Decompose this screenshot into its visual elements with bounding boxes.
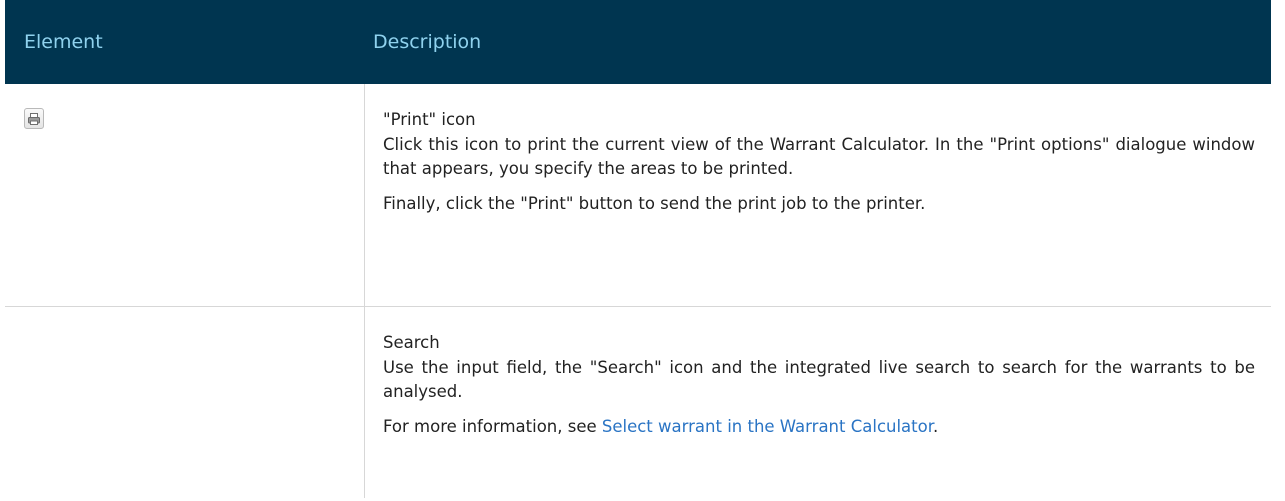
reference-table: Element Description "Print" icon Click t…	[5, 0, 1271, 498]
table-header: Element Description	[5, 0, 1271, 84]
table-row: Search Use the input field, the "Search"…	[5, 307, 1271, 498]
description-cell: "Print" icon Click this icon to print th…	[365, 84, 1271, 306]
table-row: "Print" icon Click this icon to print th…	[5, 84, 1271, 307]
header-description: Description	[373, 31, 482, 53]
row-note: For more information, see Select warrant…	[383, 415, 1255, 440]
row-text: Use the input field, the "Search" icon a…	[383, 357, 1255, 402]
row-title: Search	[383, 333, 440, 352]
description-cell: Search Use the input field, the "Search"…	[365, 307, 1271, 498]
select-warrant-link[interactable]: Select warrant in the Warrant Calculator	[602, 417, 933, 436]
element-cell	[5, 84, 365, 306]
row-text: Click this icon to print the current vie…	[383, 134, 1255, 179]
note-suffix: .	[933, 416, 939, 436]
row-title: "Print" icon	[383, 110, 476, 129]
printer-icon[interactable]	[24, 108, 44, 129]
element-cell	[5, 307, 365, 498]
note-prefix: For more information, see	[383, 416, 602, 436]
row-note: Finally, click the "Print" button to sen…	[383, 193, 926, 213]
printer-icon-glyph	[28, 112, 40, 125]
header-element: Element	[24, 31, 103, 53]
